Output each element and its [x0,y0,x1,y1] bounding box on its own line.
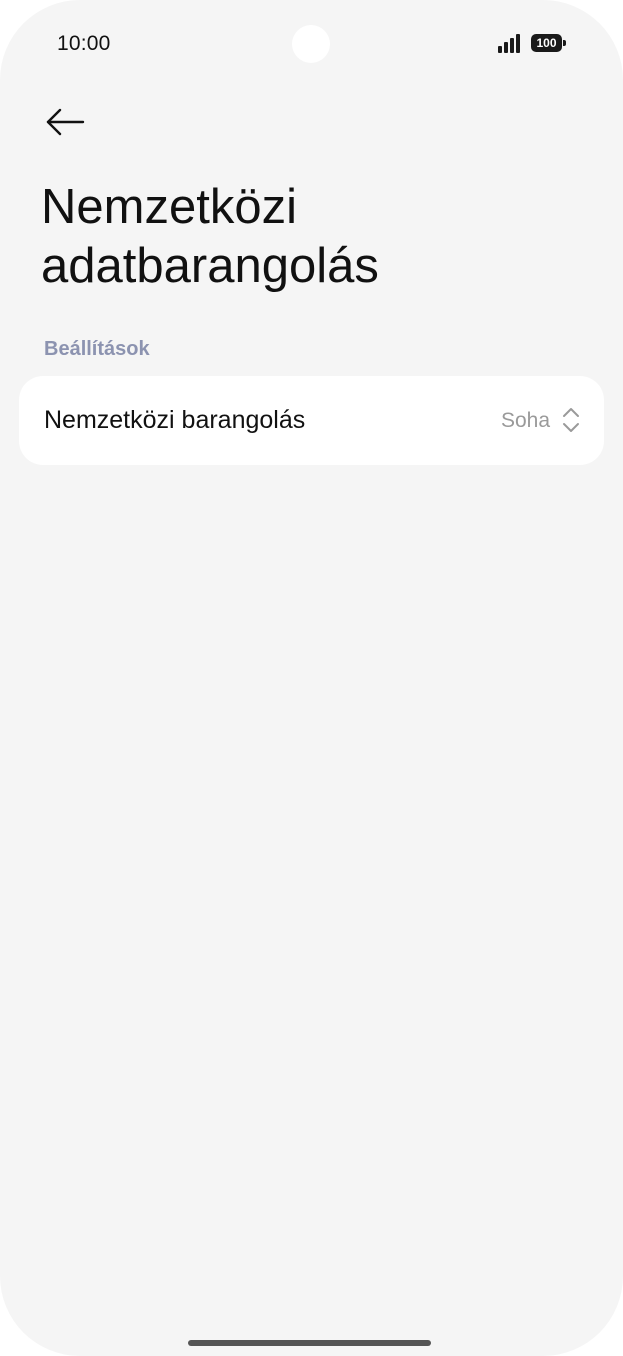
status-time: 10:00 [57,32,111,55]
battery-tip [563,40,566,46]
battery-icon: 100 [531,34,562,52]
camera-cutout [292,25,330,63]
row-value: Soha [500,409,550,432]
chevron-updown-icon [563,408,579,432]
phone-screen: 10:00 100 Nemzetközi adatbarangolás Beál… [0,0,623,1356]
back-button[interactable] [36,100,90,144]
section-header: Beállítások [44,338,150,360]
back-arrow-icon [46,108,85,136]
international-roaming-row[interactable]: Nemzetközi barangolás Soha [19,376,604,465]
page-title: Nemzetközi adatbarangolás [41,180,379,293]
signal-icon [498,34,524,53]
home-indicator[interactable] [188,1340,431,1346]
row-label: Nemzetközi barangolás [44,406,306,434]
